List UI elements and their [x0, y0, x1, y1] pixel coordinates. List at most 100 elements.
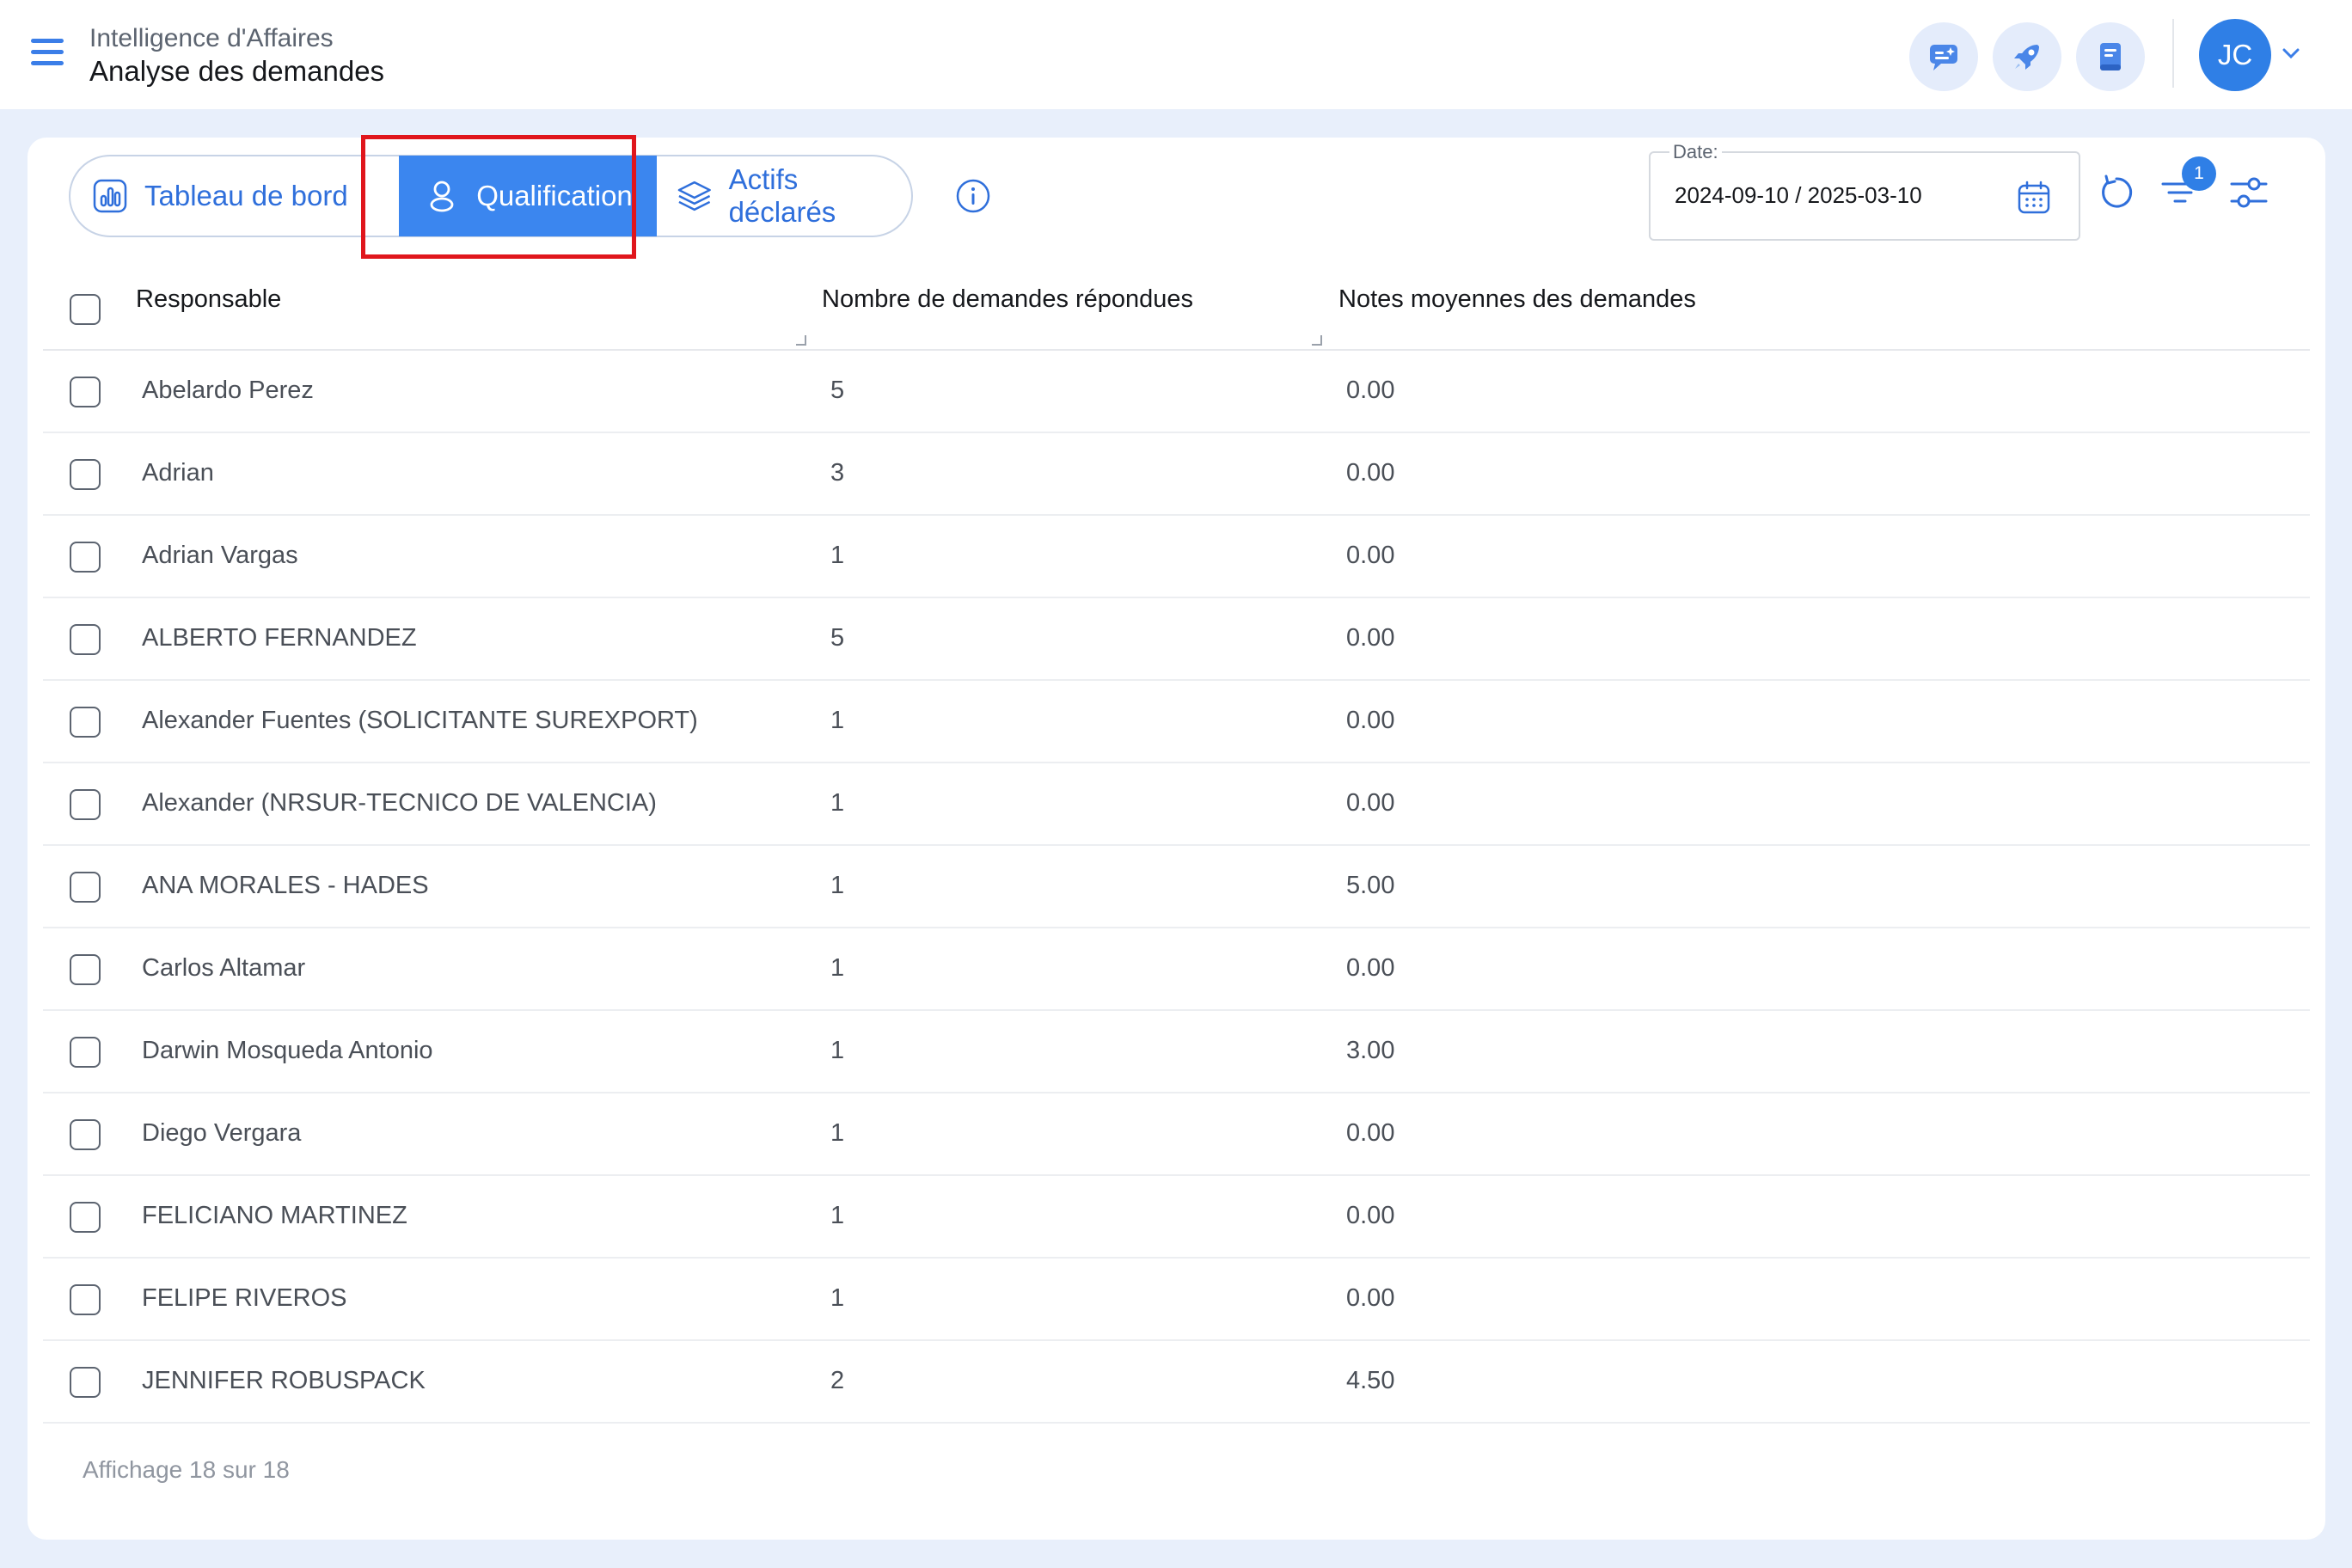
- cell-average-rating: 5.00: [1346, 872, 1395, 899]
- table-row[interactable]: ANA MORALES - HADES 1 5.00: [43, 846, 2310, 928]
- cell-responsable: FELICIANO MARTINEZ: [142, 1202, 407, 1229]
- refresh-icon[interactable]: [2096, 172, 2137, 213]
- row-checkbox[interactable]: [70, 954, 101, 985]
- view-tabs: Tableau de bord Qualification Actifs déc…: [69, 155, 913, 237]
- cell-requests-answered: 3: [830, 459, 845, 487]
- table-row[interactable]: JENNIFER ROBUSPACK 2 4.50: [43, 1341, 2310, 1424]
- column-header-responsable[interactable]: Responsable: [136, 285, 281, 314]
- row-checkbox[interactable]: [70, 707, 101, 738]
- table-row[interactable]: Alexander Fuentes (SOLICITANTE SUREXPORT…: [43, 681, 2310, 763]
- menu-icon[interactable]: [31, 39, 64, 68]
- cell-average-rating: 0.00: [1346, 707, 1395, 734]
- table-row[interactable]: Diego Vergara 1 0.00: [43, 1093, 2310, 1176]
- cell-requests-answered: 1: [830, 707, 845, 734]
- page-title: Analyse des demandes: [89, 55, 385, 87]
- date-range-value[interactable]: 2024-09-10 / 2025-03-10: [1675, 182, 1922, 209]
- results-table: Responsable Nombre de demandes répondues…: [43, 266, 2310, 1424]
- filter-count-badge: 1: [2182, 156, 2216, 191]
- cell-responsable: Abelardo Perez: [142, 377, 314, 404]
- table-row[interactable]: Darwin Mosqueda Antonio 1 3.00: [43, 1011, 2310, 1093]
- tab-qualification[interactable]: Qualification: [399, 156, 657, 236]
- cell-responsable: ANA MORALES - HADES: [142, 872, 429, 899]
- cell-requests-answered: 1: [830, 1037, 845, 1064]
- row-checkbox[interactable]: [70, 1037, 101, 1068]
- cell-responsable: Adrian Vargas: [142, 542, 298, 569]
- row-checkbox[interactable]: [70, 789, 101, 820]
- cell-average-rating: 0.00: [1346, 1119, 1395, 1147]
- cell-average-rating: 4.50: [1346, 1367, 1395, 1394]
- row-checkbox[interactable]: [70, 1202, 101, 1233]
- cell-requests-answered: 1: [830, 1284, 845, 1312]
- layers-icon: [677, 181, 711, 211]
- calendar-icon[interactable]: [2015, 179, 2053, 217]
- column-resize-handle[interactable]: [1312, 335, 1322, 346]
- cell-responsable: Diego Vergara: [142, 1119, 302, 1147]
- cell-average-rating: 0.00: [1346, 954, 1395, 982]
- cell-responsable: FELIPE RIVEROS: [142, 1284, 347, 1312]
- chevron-down-icon[interactable]: [2280, 45, 2302, 62]
- cell-requests-answered: 5: [830, 377, 845, 404]
- pagination-info: Affichage 18 sur 18: [83, 1456, 290, 1483]
- cell-average-rating: 0.00: [1346, 459, 1395, 487]
- tab-declared-assets-label: Actifs déclarés: [728, 163, 836, 228]
- column-header-average-rating[interactable]: Notes moyennes des demandes: [1338, 285, 1696, 314]
- row-checkbox[interactable]: [70, 1367, 101, 1398]
- tab-dashboard-label: Tableau de bord: [144, 180, 348, 211]
- table-row[interactable]: Abelardo Perez 5 0.00: [43, 351, 2310, 433]
- cell-requests-answered: 1: [830, 954, 845, 982]
- table-row[interactable]: Carlos Altamar 1 0.00: [43, 928, 2310, 1011]
- cell-average-rating: 0.00: [1346, 377, 1395, 404]
- cell-average-rating: 0.00: [1346, 1284, 1395, 1312]
- cell-responsable: Alexander Fuentes (SOLICITANTE SUREXPORT…: [142, 707, 698, 734]
- cell-requests-answered: 1: [830, 1119, 845, 1147]
- sliders-icon[interactable]: [2228, 174, 2269, 211]
- row-checkbox[interactable]: [70, 459, 101, 490]
- user-icon: [430, 181, 454, 212]
- cell-responsable: Carlos Altamar: [142, 954, 306, 982]
- cell-average-rating: 0.00: [1346, 789, 1395, 817]
- chat-ai-icon[interactable]: [1909, 22, 1978, 91]
- avatar[interactable]: JC: [2199, 19, 2271, 91]
- cell-requests-answered: 1: [830, 542, 845, 569]
- main-card: Tableau de bord Qualification Actifs déc…: [28, 135, 2325, 1540]
- cell-requests-answered: 1: [830, 872, 845, 899]
- rocket-icon[interactable]: [1993, 22, 2061, 91]
- cell-responsable: ALBERTO FERNANDEZ: [142, 624, 417, 652]
- tab-qualification-label: Qualification: [476, 180, 633, 211]
- table-body: Abelardo Perez 5 0.00 Adrian 3 0.00 Adrian Var…: [43, 351, 2310, 1424]
- table-row[interactable]: Alexander (NRSUR-TECNICO DE VALENCIA) 1 0.…: [43, 763, 2310, 846]
- row-checkbox[interactable]: [70, 377, 101, 407]
- cell-requests-answered: 1: [830, 789, 845, 817]
- table-row[interactable]: ALBERTO FERNANDEZ 5 0.00: [43, 598, 2310, 681]
- top-bar: Intelligence d'Affaires Analyse des dema…: [0, 0, 2352, 109]
- table-row[interactable]: Adrian Vargas 1 0.00: [43, 516, 2310, 598]
- row-checkbox[interactable]: [70, 872, 101, 903]
- cell-responsable: Darwin Mosqueda Antonio: [142, 1037, 433, 1064]
- table-row[interactable]: FELIPE RIVEROS 1 0.00: [43, 1259, 2310, 1341]
- column-resize-handle[interactable]: [796, 335, 806, 346]
- table-header: Responsable Nombre de demandes répondues…: [43, 266, 2310, 351]
- select-all-checkbox[interactable]: [70, 294, 101, 325]
- row-checkbox[interactable]: [70, 542, 101, 573]
- cell-responsable: Alexander (NRSUR-TECNICO DE VALENCIA): [142, 789, 657, 817]
- cell-average-rating: 3.00: [1346, 1037, 1395, 1064]
- date-range-field[interactable]: Date: 2024-09-10 / 2025-03-10: [1649, 141, 2080, 241]
- module-name: Intelligence d'Affaires: [89, 24, 334, 52]
- cell-requests-answered: 2: [830, 1367, 845, 1394]
- table-row[interactable]: FELICIANO MARTINEZ 1 0.00: [43, 1176, 2310, 1259]
- info-icon[interactable]: [954, 177, 992, 215]
- row-checkbox[interactable]: [70, 1284, 101, 1315]
- cell-average-rating: 0.00: [1346, 542, 1395, 569]
- cell-responsable: JENNIFER ROBUSPACK: [142, 1367, 426, 1394]
- cell-average-rating: 0.00: [1346, 624, 1395, 652]
- row-checkbox[interactable]: [70, 624, 101, 655]
- book-icon[interactable]: [2076, 22, 2145, 91]
- date-label: Date:: [1669, 141, 1722, 163]
- toolbar-divider: [2172, 19, 2174, 88]
- column-header-requests-answered[interactable]: Nombre de demandes répondues: [822, 285, 1193, 314]
- row-checkbox[interactable]: [70, 1119, 101, 1150]
- tab-dashboard[interactable]: Tableau de bord: [91, 156, 348, 236]
- cell-average-rating: 0.00: [1346, 1202, 1395, 1229]
- table-row[interactable]: Adrian 3 0.00: [43, 433, 2310, 516]
- tab-declared-assets[interactable]: Actifs déclarés: [676, 156, 911, 236]
